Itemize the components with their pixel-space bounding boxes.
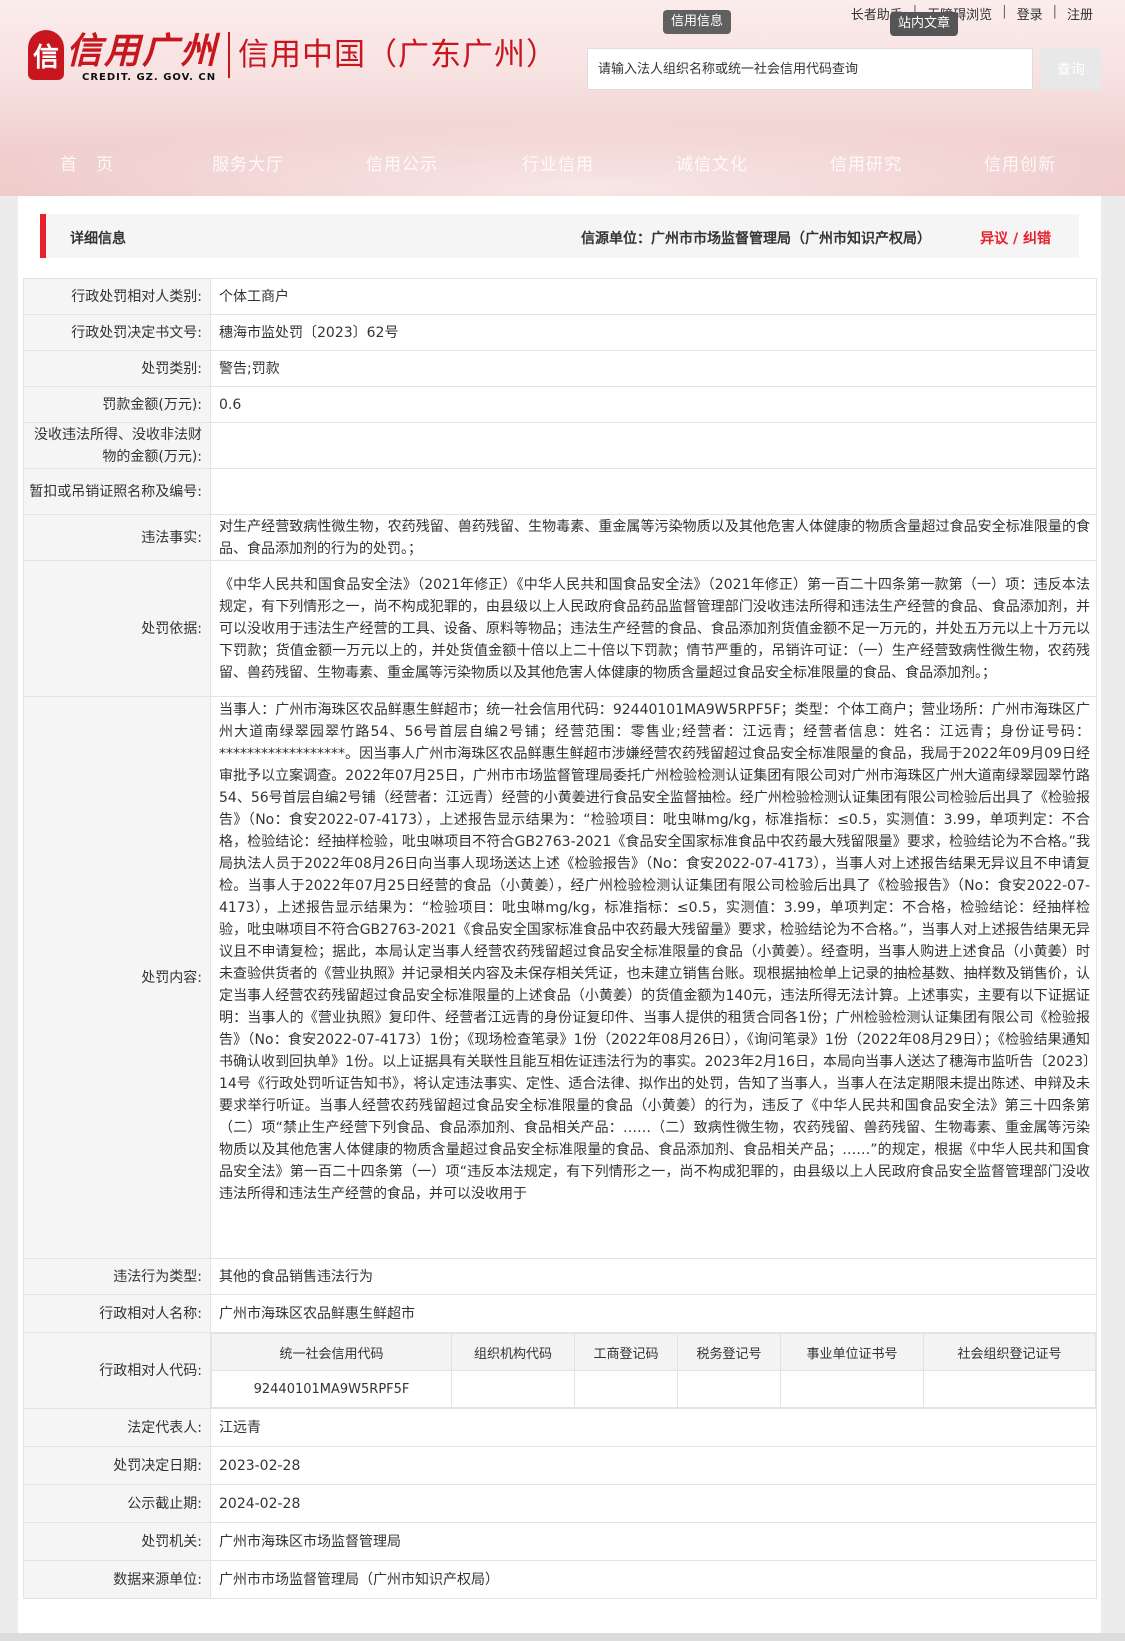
source-unit: 信源单位：广州市市场监督管理局（广州市知识产权局）: [581, 231, 931, 247]
field-label: 违法行为类型:: [23, 1258, 211, 1295]
field-label: 处罚内容:: [23, 696, 211, 1259]
nav-item-service-hall[interactable]: 服务大厅: [212, 150, 284, 175]
main-nav: 首 页 服务大厅 信用公示 行业信用 诚信文化 信用研究 信用创新: [0, 150, 1125, 184]
field-label: 行政处罚决定书文号:: [23, 314, 211, 351]
search-button[interactable]: 查询: [1041, 48, 1101, 90]
field-value: 穗海市监处罚〔2023〕62号: [210, 314, 1097, 351]
field-value: 当事人：广州市海珠区农品鲜惠生鲜超市；统一社会信用代码：92440101MA9W…: [210, 696, 1097, 1259]
table-row: 行政处罚决定书文号: 穗海市监处罚〔2023〕62号: [23, 314, 1097, 351]
field-value: 江远青: [210, 1408, 1097, 1447]
table-row: 行政处罚相对人类别: 个体工商户: [23, 278, 1097, 315]
tab-credit-info[interactable]: 信用信息: [663, 10, 732, 34]
nav-item-credit-innovation[interactable]: 信用创新: [984, 150, 1056, 175]
field-value: 《中华人民共和国食品安全法》（2021年修正）《中华人民共和国食品安全法》（20…: [210, 560, 1097, 697]
table-row: 罚款金额(万元): 0.6: [23, 386, 1097, 423]
nav-item-credit-publicity[interactable]: 信用公示: [366, 150, 438, 175]
table-row: 法定代表人: 江远青: [23, 1408, 1097, 1447]
site-logo[interactable]: 信 信用广州 CREDIT. GZ. GOV. CN 信用中国（广东广州）: [28, 30, 558, 90]
table-row: 没收违法所得、没收非法财物的金额(万元):: [23, 422, 1097, 469]
codes-header-row: 统一社会信用代码 组织机构代码 工商登记码 税务登记号 事业单位证书号 社会组织…: [211, 1333, 1096, 1371]
table-row: 处罚内容: 当事人：广州市海珠区农品鲜惠生鲜超市；统一社会信用代码：924401…: [23, 696, 1097, 1259]
field-label: 处罚依据:: [23, 560, 211, 697]
table-row: 处罚机关: 广州市海珠区市场监督管理局: [23, 1522, 1097, 1561]
table-row: 公示截止期: 2024-02-28: [23, 1484, 1097, 1523]
penalty-info-table: 行政处罚相对人类别: 个体工商户 行政处罚决定书文号: 穗海市监处罚〔2023〕…: [23, 278, 1097, 1599]
codes-header: 统一社会信用代码: [211, 1333, 452, 1371]
field-label: 行政处罚相对人类别:: [23, 278, 211, 315]
page-bottom-strip: [0, 1633, 1125, 1641]
codes-header: 税务登记号: [677, 1333, 781, 1371]
codes-value: [780, 1370, 924, 1408]
detail-panel: 详细信息 信源单位：广州市市场监督管理局（广州市知识产权局） 异议 / 纠错 行…: [18, 196, 1101, 1633]
logo-subtitle: 信用中国（广东广州）: [238, 37, 559, 73]
field-value: 对生产经营致病性微生物，农药残留、兽药残留、生物毒素、重金属等污染物质以及其他危…: [210, 514, 1097, 561]
field-label: 没收违法所得、没收非法财物的金额(万元):: [23, 422, 211, 469]
entity-codes-table: 统一社会信用代码 组织机构代码 工商登记码 税务登记号 事业单位证书号 社会组织…: [211, 1333, 1096, 1408]
field-value: [210, 422, 1097, 469]
nav-item-industry-credit[interactable]: 行业信用: [522, 150, 594, 175]
logo-text-cn: 信用广州: [66, 31, 219, 72]
field-value: 其他的食品销售违法行为: [210, 1258, 1097, 1295]
codes-value: [677, 1370, 781, 1408]
table-row: 处罚决定日期: 2023-02-28: [23, 1446, 1097, 1485]
field-label: 数据来源单位:: [23, 1560, 211, 1599]
field-value: 2024-02-28: [210, 1484, 1097, 1523]
logo-text-en: CREDIT. GZ. GOV. CN: [82, 72, 217, 83]
logo-mark-icon: 信: [28, 30, 64, 80]
codes-header: 工商登记码: [574, 1333, 678, 1371]
table-row: 暂扣或吊销证照名称及编号:: [23, 468, 1097, 515]
field-label: 处罚类别:: [23, 350, 211, 387]
tab-site-articles[interactable]: 站内文章: [890, 12, 959, 36]
field-value: 2023-02-28: [210, 1446, 1097, 1485]
codes-cell: 统一社会信用代码 组织机构代码 工商登记码 税务登记号 事业单位证书号 社会组织…: [210, 1332, 1097, 1409]
codes-value-row: 92440101MA9W5RPF5F: [211, 1370, 1096, 1408]
field-label: 暂扣或吊销证照名称及编号:: [23, 468, 211, 515]
field-label: 处罚机关:: [23, 1522, 211, 1561]
detail-titlebar: 详细信息 信源单位：广州市市场监督管理局（广州市知识产权局） 异议 / 纠错: [40, 214, 1079, 258]
codes-value: [451, 1370, 575, 1408]
site-header: 信 信用广州 CREDIT. GZ. GOV. CN 信用中国（广东广州） 长者…: [0, 0, 1125, 196]
codes-value: 92440101MA9W5RPF5F: [211, 1370, 452, 1408]
field-value: 个体工商户: [210, 278, 1097, 315]
field-value: 广州市海珠区农品鲜惠生鲜超市: [210, 1294, 1097, 1333]
register-link[interactable]: 注册: [1057, 4, 1103, 23]
table-row: 违法行为类型: 其他的食品销售违法行为: [23, 1258, 1097, 1295]
nav-item-credit-research[interactable]: 信用研究: [830, 150, 902, 175]
field-label: 违法事实:: [23, 514, 211, 561]
nav-item-home[interactable]: 首 页: [60, 150, 114, 175]
objection-link[interactable]: 异议 / 纠错: [980, 228, 1051, 248]
login-link[interactable]: 登录: [1007, 4, 1053, 23]
codes-header: 社会组织登记证号: [923, 1333, 1096, 1371]
field-label: 罚款金额(万元):: [23, 386, 211, 423]
field-label: 公示截止期:: [23, 1484, 211, 1523]
table-row: 行政相对人名称: 广州市海珠区农品鲜惠生鲜超市: [23, 1294, 1097, 1333]
table-row: 行政相对人代码: 统一社会信用代码 组织机构代码 工商登记码 税务登记号 事业单…: [23, 1332, 1097, 1409]
codes-value: [574, 1370, 678, 1408]
table-row: 违法事实: 对生产经营致病性微生物，农药残留、兽药残留、生物毒素、重金属等污染物…: [23, 514, 1097, 561]
field-value: 警告;罚款: [210, 350, 1097, 387]
logo-divider: [228, 32, 231, 78]
field-value: 0.6: [210, 386, 1097, 423]
search-input[interactable]: [587, 48, 1033, 90]
field-label: 处罚决定日期:: [23, 1446, 211, 1485]
field-value: [210, 468, 1097, 515]
codes-value: [923, 1370, 1096, 1408]
codes-header: 事业单位证书号: [780, 1333, 924, 1371]
table-row: 数据来源单位: 广州市市场监督管理局（广州市知识产权局）: [23, 1560, 1097, 1599]
field-label: 行政相对人名称:: [23, 1294, 211, 1333]
field-label: 行政相对人代码:: [23, 1332, 211, 1409]
search-bar: 查询: [587, 48, 1101, 90]
nav-item-integrity-culture[interactable]: 诚信文化: [676, 150, 748, 175]
table-row: 处罚类别: 警告;罚款: [23, 350, 1097, 387]
field-value: 广州市海珠区市场监督管理局: [210, 1522, 1097, 1561]
top-links: 长者助手 | 无障碍浏览 | 登录 | 注册: [841, 4, 1103, 23]
table-row: 处罚依据: 《中华人民共和国食品安全法》（2021年修正）《中华人民共和国食品安…: [23, 560, 1097, 697]
codes-header: 组织机构代码: [451, 1333, 575, 1371]
field-value: 广州市市场监督管理局（广州市知识产权局）: [210, 1560, 1097, 1599]
detail-title: 详细信息: [70, 231, 126, 247]
field-label: 法定代表人:: [23, 1408, 211, 1447]
